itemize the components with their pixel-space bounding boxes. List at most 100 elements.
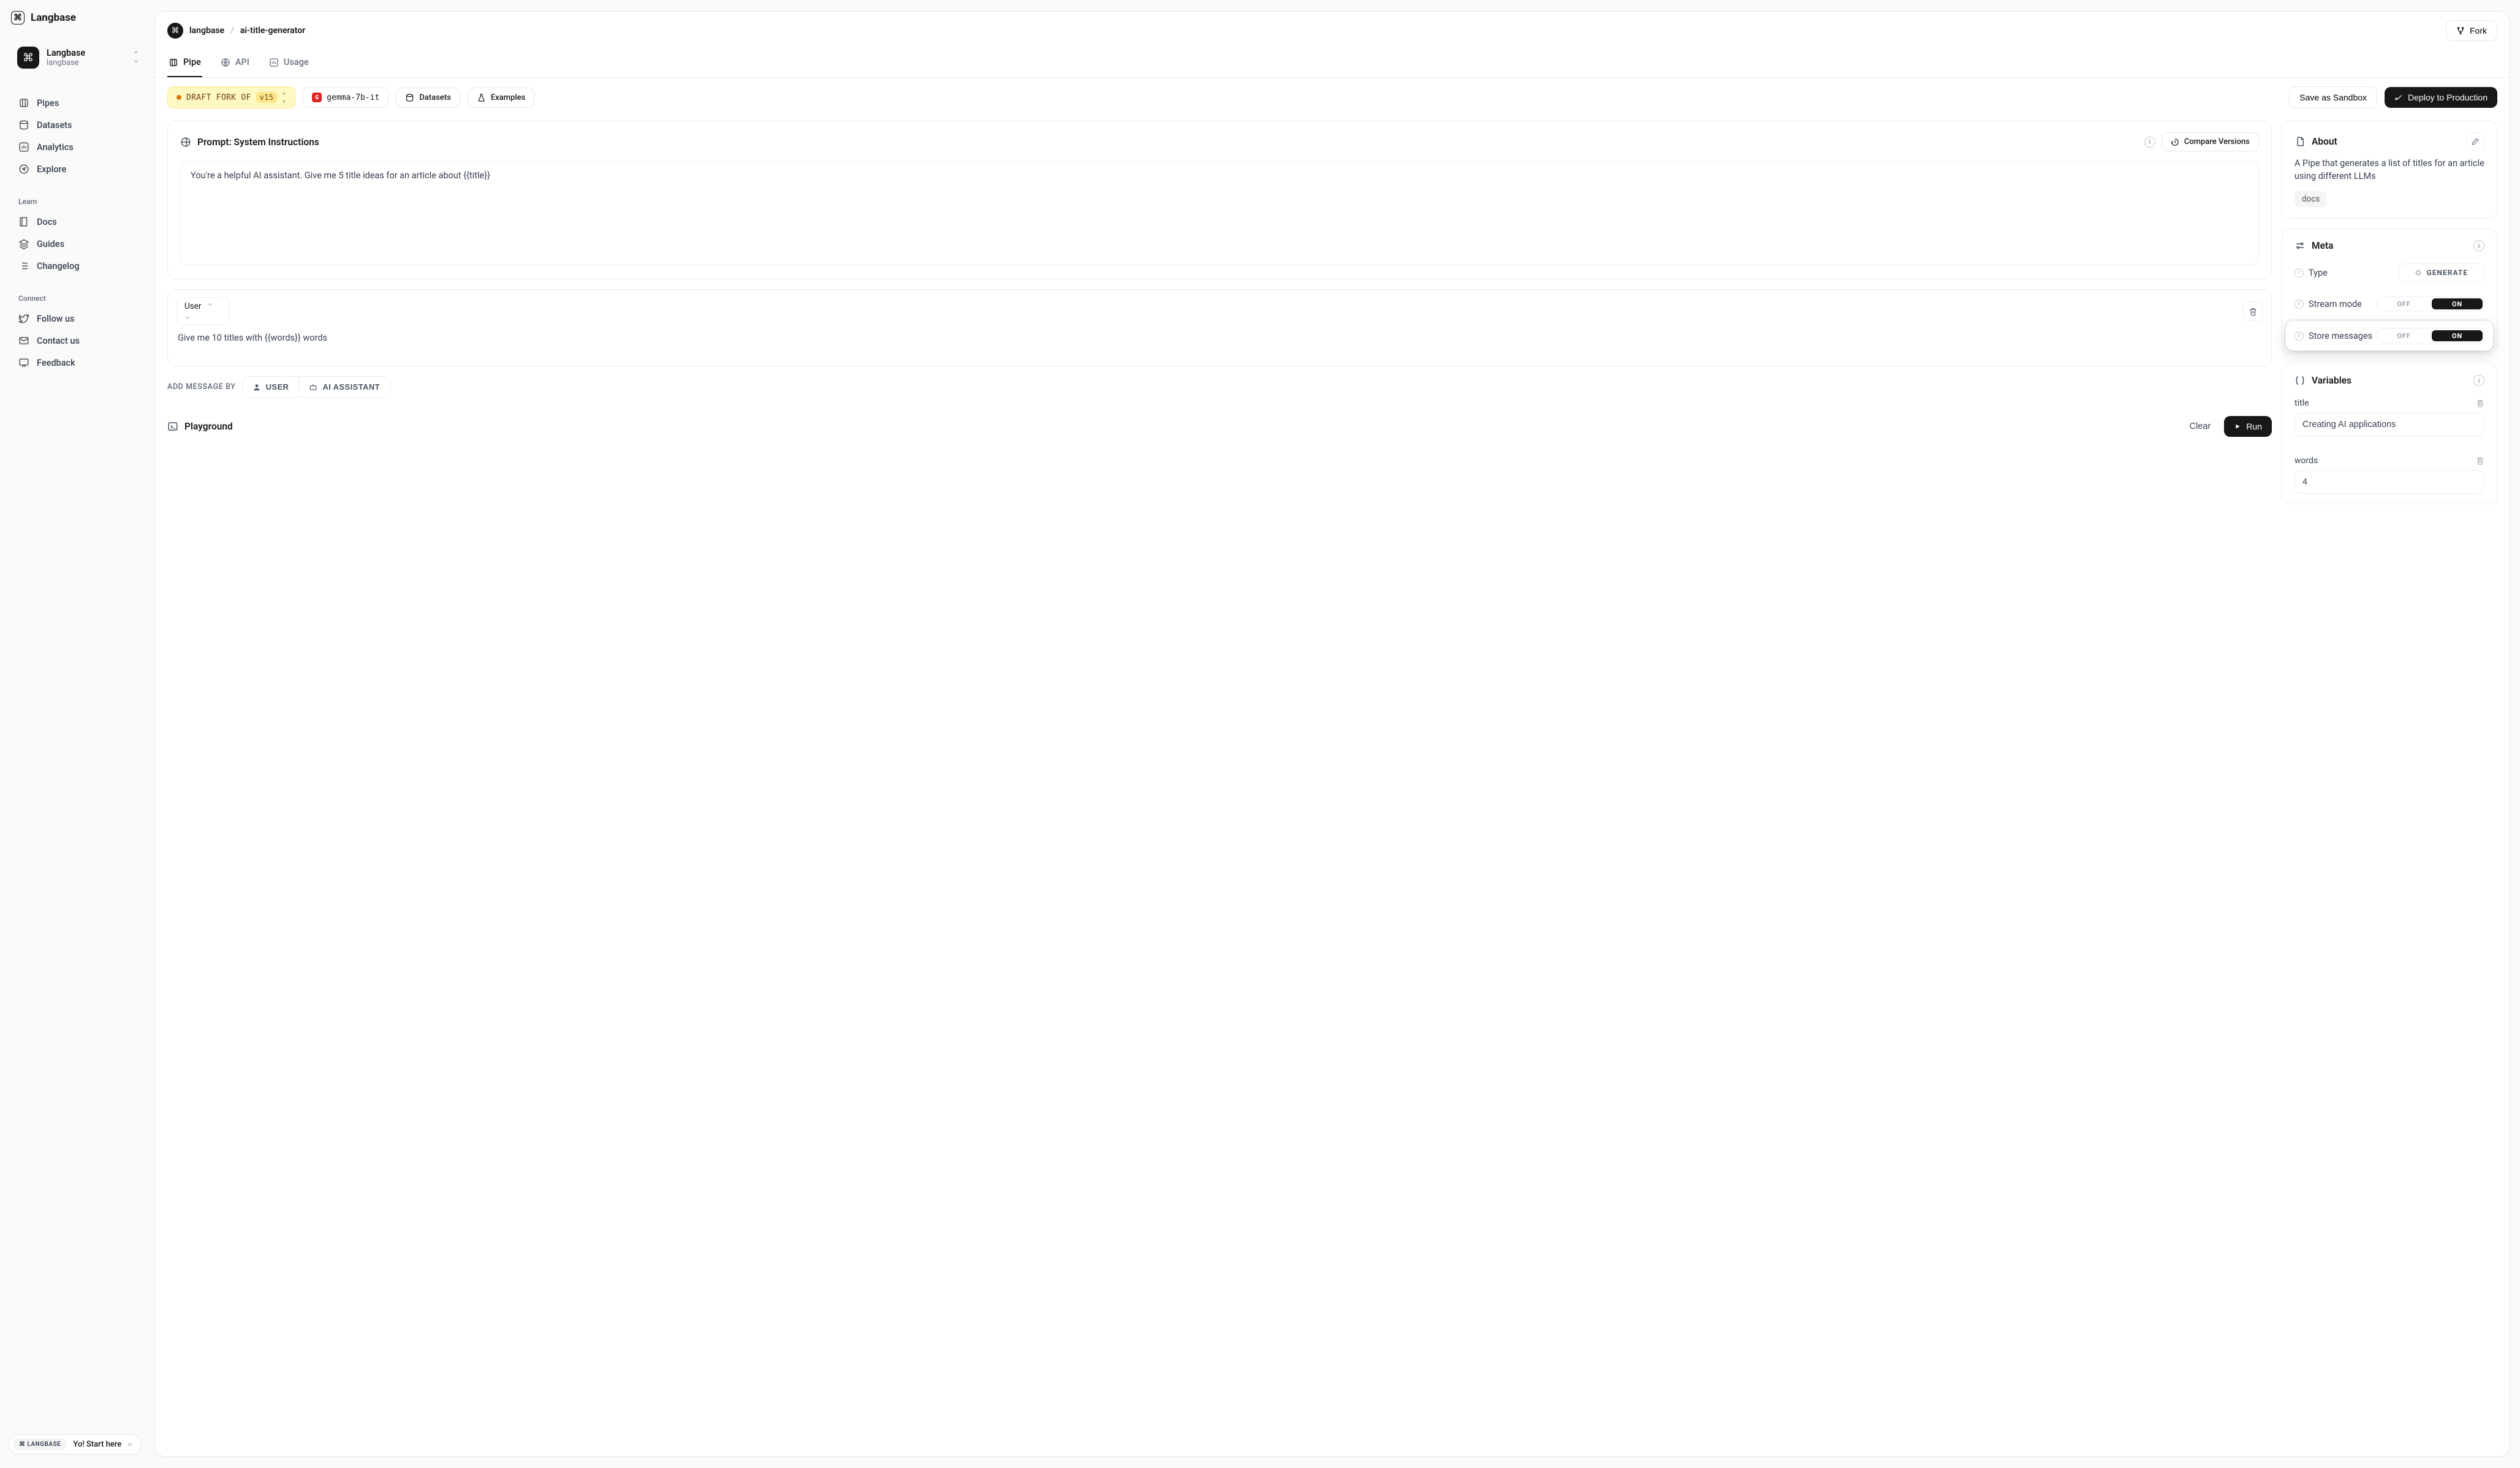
info-icon[interactable]: i (2294, 268, 2304, 278)
right-column: About A Pipe that generates a list of ti… (2282, 121, 2497, 1444)
compare-label: Compare Versions (2184, 137, 2250, 146)
sidebar-item-analytics[interactable]: Analytics (11, 136, 146, 158)
chevron-up-down-icon: ⌃⌄ (132, 53, 140, 62)
save-sandbox-button[interactable]: Save as Sandbox (2289, 86, 2377, 108)
sidebar-item-datasets[interactable]: Datasets (11, 114, 146, 136)
run-button[interactable]: Run (2224, 416, 2272, 437)
toggle-off-label[interactable]: OFF (2377, 329, 2431, 342)
add-user-message-button[interactable]: USER (243, 377, 299, 397)
compare-versions-button[interactable]: Compare Versions (2161, 132, 2259, 151)
variable-name: title (2294, 398, 2309, 408)
trash-icon (2476, 399, 2484, 407)
variable-value-input[interactable] (2294, 471, 2484, 494)
store-toggle[interactable]: OFF ON (2377, 328, 2484, 343)
system-prompt-input[interactable] (180, 161, 2259, 265)
toggle-off-label[interactable]: OFF (2377, 297, 2431, 311)
toggle-on-label[interactable]: ON (2431, 329, 2484, 342)
about-tag[interactable]: docs (2294, 191, 2327, 207)
chevron-up-down-icon: ⌃⌄ (282, 93, 286, 102)
delete-variable-button[interactable] (2476, 456, 2484, 465)
start-here-pill[interactable]: ⌘ LANGBASE Yo! Start here ›› (9, 1434, 142, 1455)
examples-chip[interactable]: Examples (468, 88, 535, 108)
pipe-icon (18, 97, 29, 108)
tab-api[interactable]: API (219, 50, 251, 77)
brand[interactable]: ⌘ Langbase (11, 11, 146, 25)
draft-chip[interactable]: DRAFT FORK OF v15 ⌃⌄ (167, 86, 295, 108)
fork-button[interactable]: Fork (2446, 20, 2497, 41)
type-value-chip[interactable]: GENERATE (2398, 263, 2484, 282)
sidebar-item-label: Guides (37, 239, 64, 249)
delete-message-button[interactable] (2243, 301, 2263, 321)
variable-block: words (2282, 446, 2497, 504)
sidebar-item-feedback[interactable]: Feedback (11, 352, 146, 374)
clear-button[interactable]: Clear (2184, 416, 2217, 437)
edit-about-button[interactable] (2466, 132, 2484, 151)
workspace-handle: langbase (47, 58, 85, 67)
tab-label: Pipe (183, 57, 201, 67)
rocket-icon (2394, 93, 2403, 102)
braces-icon (2294, 375, 2306, 386)
main: ⌘ langbase / ai-title-generator Fork Pip… (154, 0, 2520, 1468)
tab-pipe[interactable]: Pipe (167, 50, 202, 77)
compass-icon (18, 164, 29, 175)
prompt-card: Prompt: System Instructions i Compare Ve… (167, 121, 2272, 279)
breadcrumb-pipe[interactable]: ai-title-generator (240, 26, 305, 36)
model-chip[interactable]: G gemma-7b-it (303, 87, 389, 108)
globe-icon (221, 58, 230, 67)
sidebar-item-pipes[interactable]: Pipes (11, 92, 146, 114)
datasets-chip[interactable]: Datasets (396, 88, 460, 108)
trash-icon (2476, 456, 2484, 465)
sidebar-item-explore[interactable]: Explore (11, 158, 146, 180)
info-icon[interactable]: i (2294, 331, 2304, 341)
nav-main: Pipes Datasets Analytics Explore (11, 92, 146, 180)
toolbar: DRAFT FORK OF v15 ⌃⌄ G gemma-7b-it Datas… (155, 78, 2510, 117)
tab-usage[interactable]: Usage (268, 50, 310, 77)
delete-variable-button[interactable] (2476, 399, 2484, 407)
breadcrumb-org[interactable]: langbase (189, 26, 224, 36)
add-message-segment: USER AI ASSISTANT (242, 376, 390, 398)
deploy-button[interactable]: Deploy to Production (2385, 87, 2497, 108)
twitter-icon (18, 313, 29, 324)
start-text: Yo! Start here (73, 1440, 121, 1449)
toggle-on-label[interactable]: ON (2431, 297, 2484, 311)
info-icon[interactable]: i (2144, 137, 2155, 148)
info-icon[interactable]: i (2294, 300, 2304, 309)
about-title: About (2312, 136, 2337, 147)
sidebar-item-changelog[interactable]: Changelog (11, 255, 146, 277)
sidebar-item-guides[interactable]: Guides (11, 233, 146, 255)
role-value: User (184, 301, 201, 311)
pencil-icon (2471, 137, 2480, 146)
workspace-avatar: ⌘ (17, 47, 39, 69)
org-avatar: ⌘ (167, 23, 183, 39)
add-assistant-message-button[interactable]: AI ASSISTANT (298, 377, 390, 397)
sidebar-item-label: Analytics (37, 142, 74, 153)
variable-value-input[interactable] (2294, 413, 2484, 436)
message-role-select[interactable]: User ⌃⌄ (176, 297, 230, 325)
sidebar-item-label: Explore (37, 164, 66, 175)
info-icon[interactable]: i (2473, 375, 2484, 386)
user-icon (252, 383, 261, 392)
variable-name: words (2294, 456, 2318, 466)
sidebar-item-follow[interactable]: Follow us (11, 308, 146, 330)
nav-learn: Learn Docs Guides Changelog (11, 197, 146, 277)
examples-label: Examples (491, 93, 526, 102)
start-badge: ⌘ LANGBASE (13, 1439, 67, 1450)
tabs: Pipe API Usage (155, 50, 2510, 78)
sidebar-item-label: Feedback (37, 358, 75, 368)
stream-toggle[interactable]: OFF ON (2377, 297, 2484, 311)
tab-label: Usage (284, 57, 309, 67)
info-icon[interactable]: i (2473, 240, 2484, 251)
left-column: Prompt: System Instructions i Compare Ve… (167, 121, 2272, 1444)
model-name: gemma-7b-it (327, 93, 379, 102)
sidebar-item-label: Contact us (37, 336, 80, 346)
lab-icon (477, 93, 486, 102)
workspace-switcher[interactable]: ⌘ Langbase langbase ⌃⌄ (11, 40, 146, 75)
sidebar-item-contact[interactable]: Contact us (11, 330, 146, 352)
breadcrumb-separator: / (230, 26, 234, 36)
draft-label: DRAFT FORK OF (186, 93, 251, 102)
workspace-name: Langbase (47, 48, 85, 58)
message-text-input[interactable] (168, 325, 2271, 363)
chevron-right-icon: ›› (127, 1440, 132, 1449)
sidebar-item-docs[interactable]: Docs (11, 211, 146, 233)
sparkle-icon (2415, 269, 2422, 276)
